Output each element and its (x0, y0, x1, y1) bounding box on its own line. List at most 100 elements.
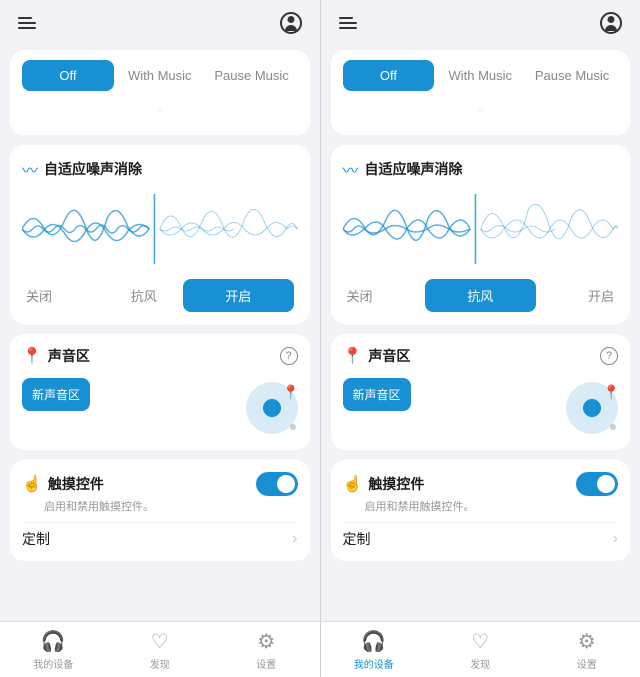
headphones-icon-left: 🎧 (41, 629, 66, 654)
zone-visual-right: 📍 (419, 378, 618, 438)
nav-settings-left[interactable]: ⚙ 设置 (213, 622, 320, 677)
customize-row-right: 定制 › (343, 522, 619, 549)
profile-icon-right[interactable] (600, 12, 622, 34)
mode-off-label-right[interactable]: 关闭 (347, 286, 426, 305)
anc-pause-btn-right[interactable]: Pause Music (526, 60, 618, 91)
zone-pin-left: 📍 (282, 384, 299, 401)
anc-off-btn-right[interactable]: Off (343, 60, 435, 91)
waveform-area-left (22, 189, 298, 269)
nav-label-devices-left: 我的设备 (33, 656, 73, 671)
touch-header-right: ☝ 触摸控件 (343, 472, 619, 496)
sound-zone-header-right: 📍 声音区 ? (343, 346, 619, 366)
left-panel: Off With Music Pause Music 〰 自适应噪声消除 (0, 0, 320, 621)
toggle-knob-left (277, 475, 295, 493)
nav-discover-right[interactable]: ♡ 发现 (427, 622, 534, 677)
wave-icon-left: 〰 (22, 157, 38, 181)
nav-settings-right[interactable]: ⚙ 设置 (534, 622, 640, 677)
sound-zone-title-row-right: 📍 声音区 (343, 346, 411, 366)
zone-pin-right: 📍 (603, 384, 620, 401)
chevron-right-right[interactable]: › (613, 530, 618, 548)
nav-label-discover-right: 发现 (470, 656, 490, 671)
noise-title-right: 自适应噪声消除 (365, 159, 463, 179)
anc-off-btn-left[interactable]: Off (22, 60, 114, 91)
customize-row-left: 定制 › (22, 522, 298, 549)
toggle-knob-right (597, 475, 615, 493)
zone-dot-left (290, 424, 296, 430)
wave-icon-right: 〰 (343, 157, 359, 181)
touch-header-left: ☝ 触摸控件 (22, 472, 298, 496)
right-panel: Off With Music Pause Music 〰 自适应噪声消除 (321, 0, 640, 621)
nav-label-discover-left: 发现 (150, 656, 170, 671)
new-zone-btn-left[interactable]: 新声音区 (22, 378, 90, 411)
nav-label-devices-right: 我的设备 (354, 656, 394, 671)
touch-icon-left: ☝ (22, 474, 42, 494)
sound-zone-header-left: 📍 声音区 ? (22, 346, 298, 366)
customize-label-right[interactable]: 定制 (343, 529, 371, 549)
touch-desc-left: 启用和禁用触摸控件。 (22, 498, 298, 514)
touch-title-right: 触摸控件 (368, 474, 570, 494)
mode-wind-label-left[interactable]: 抗风 (105, 286, 184, 305)
anc-buttons-right: Off With Music Pause Music (343, 60, 619, 91)
anc-music-btn-left[interactable]: With Music (114, 60, 206, 91)
mode-wind-btn-right[interactable]: 抗风 (425, 279, 536, 312)
heart-icon-right: ♡ (471, 629, 489, 654)
touch-card-right: ☝ 触摸控件 启用和禁用触摸控件。 定制 › (331, 460, 631, 561)
profile-icon-left[interactable] (280, 12, 302, 34)
noise-title-row-right: 〰 自适应噪声消除 (343, 157, 619, 181)
sound-zone-content-right: 新声音区 📍 (343, 378, 619, 438)
nav-right-half: 🎧 我的设备 ♡ 发现 ⚙ 设置 (321, 622, 640, 677)
anc-pause-btn-left[interactable]: Pause Music (206, 60, 298, 91)
mode-selector-left: 关闭 抗风 开启 (22, 279, 298, 312)
nav-discover-left[interactable]: ♡ 发现 (107, 622, 214, 677)
anc-waveform-left (22, 95, 298, 125)
anc-buttons-left: Off With Music Pause Music (22, 60, 298, 91)
nav-label-settings-left: 设置 (256, 656, 276, 671)
customize-label-left[interactable]: 定制 (22, 529, 50, 549)
location-icon-right: 📍 (343, 346, 363, 366)
left-header (10, 0, 310, 40)
headphones-icon-right: 🎧 (361, 629, 386, 654)
sound-zone-title-right: 声音区 (368, 346, 410, 366)
noise-title-left: 自适应噪声消除 (44, 159, 142, 179)
noise-title-row-left: 〰 自适应噪声消除 (22, 157, 298, 181)
chevron-right-left[interactable]: › (292, 530, 297, 548)
sound-zone-card-right: 📍 声音区 ? 新声音区 📍 (331, 334, 631, 450)
anc-music-btn-right[interactable]: With Music (434, 60, 526, 91)
menu-icon-left[interactable] (18, 17, 36, 29)
sound-zone-card-left: 📍 声音区 ? 新声音区 📍 (10, 334, 310, 450)
toggle-switch-left[interactable] (256, 472, 298, 496)
sound-zone-title-left: 声音区 (48, 346, 90, 366)
anc-card-left: Off With Music Pause Music (10, 50, 310, 135)
zone-visual-left: 📍 (98, 378, 297, 438)
new-zone-btn-right[interactable]: 新声音区 (343, 378, 411, 411)
nav-my-devices-right[interactable]: 🎧 我的设备 (321, 622, 428, 677)
anc-card-right: Off With Music Pause Music (331, 50, 631, 135)
sound-zone-title-row-left: 📍 声音区 (22, 346, 90, 366)
nav-my-devices-left[interactable]: 🎧 我的设备 (0, 622, 107, 677)
toggle-switch-right[interactable] (576, 472, 618, 496)
touch-title-left: 触摸控件 (48, 474, 250, 494)
question-icon-left[interactable]: ? (280, 347, 298, 365)
menu-icon-right[interactable] (339, 17, 357, 29)
waveform-area-right (343, 189, 619, 269)
mode-off-label-left[interactable]: 关闭 (26, 286, 105, 305)
question-icon-right[interactable]: ? (600, 347, 618, 365)
touch-desc-right: 启用和禁用触摸控件。 (343, 498, 619, 514)
gear-icon-right: ⚙ (578, 629, 596, 654)
zone-dot-right (610, 424, 616, 430)
right-header (331, 0, 631, 40)
nav-label-settings-right: 设置 (577, 656, 597, 671)
sound-zone-content-left: 新声音区 📍 (22, 378, 298, 438)
zone-circle-small-right (583, 399, 601, 417)
anc-waveform-right (343, 95, 619, 125)
zone-circle-small-left (263, 399, 281, 417)
nav-left-half: 🎧 我的设备 ♡ 发现 ⚙ 设置 (0, 622, 320, 677)
location-icon-left: 📍 (22, 346, 42, 366)
mode-on-btn-left[interactable]: 开启 (183, 279, 294, 312)
noise-card-left: 〰 自适应噪声消除 关闭 抗风 (10, 145, 310, 324)
noise-card-right: 〰 自适应噪声消除 关闭 抗风 (331, 145, 631, 324)
bottom-nav: 🎧 我的设备 ♡ 发现 ⚙ 设置 🎧 我的设备 ♡ 发现 ⚙ 设置 (0, 621, 640, 677)
touch-icon-right: ☝ (343, 474, 363, 494)
mode-on-label-right[interactable]: 开启 (536, 286, 615, 305)
gear-icon-left: ⚙ (257, 629, 275, 654)
